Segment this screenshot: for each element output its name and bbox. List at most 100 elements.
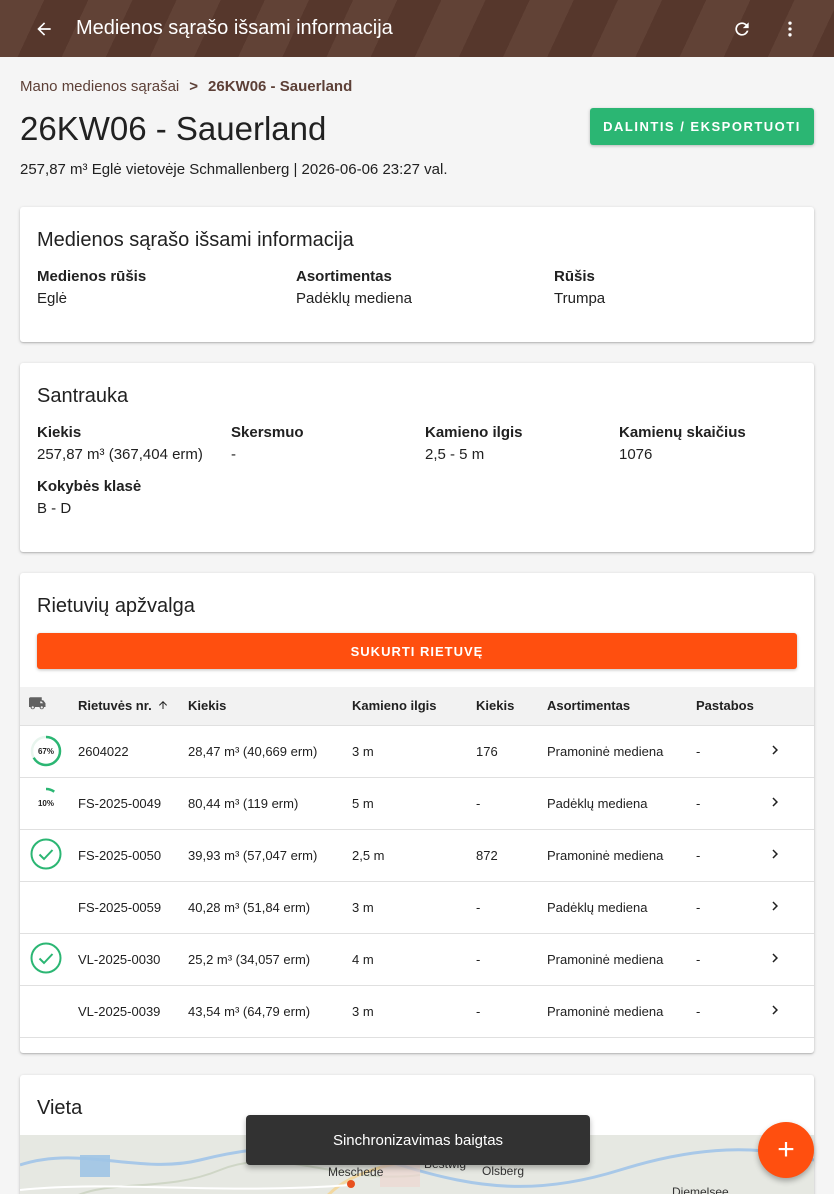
pile-notes: - xyxy=(696,899,701,915)
pile-count: 176 xyxy=(476,743,498,759)
chevron-right-icon[interactable] xyxy=(766,777,814,829)
pile-volume: 28,47 m³ (40,669 erm) xyxy=(188,743,318,759)
refresh-icon[interactable] xyxy=(730,17,754,41)
pile-count: - xyxy=(476,899,481,915)
summary-quantity: Kiekis 257,87 m³ (367,404 erm) xyxy=(37,424,203,463)
pile-length: 5 m xyxy=(352,795,374,811)
truck-icon xyxy=(20,687,78,725)
table-row[interactable]: VL-2025-0039 43,54 m³ (64,79 erm) 3 m - … xyxy=(20,985,814,1037)
chevron-right-icon[interactable] xyxy=(766,985,814,1037)
pile-assortment: Pramoninė mediena xyxy=(547,951,664,967)
check-circle-icon xyxy=(29,838,63,874)
breadcrumb-separator: > xyxy=(189,78,199,95)
pile-length: 3 m xyxy=(352,1003,374,1019)
pile-length: 2,5 m xyxy=(352,847,385,863)
pile-volume: 25,2 m³ (34,057 erm) xyxy=(188,951,311,967)
table-row[interactable]: VL-2025-0030 25,2 m³ (34,057 erm) 4 m - … xyxy=(20,933,814,985)
pile-length: 3 m xyxy=(352,899,374,915)
chevron-right-icon[interactable] xyxy=(766,881,814,933)
summary-diameter: Skersmuo - xyxy=(231,424,304,463)
table-row[interactable]: 10% FS-2025-0049 80,44 m³ (119 erm) 5 m … xyxy=(20,777,814,829)
more-vert-icon[interactable] xyxy=(778,17,802,41)
summary-log-length: Kamieno ilgis 2,5 - 5 m xyxy=(425,424,523,463)
pile-notes: - xyxy=(696,847,701,863)
pile-length: 4 m xyxy=(352,951,374,967)
summary-quality-class: Kokybės klasė B - D xyxy=(37,478,141,517)
detail-kind: Rūšis Trumpa xyxy=(554,268,605,307)
pile-id: VL-2025-0030 xyxy=(78,951,161,967)
pile-assortment: Pramoninė mediena xyxy=(547,743,664,759)
field-value: 257,87 m³ (367,404 erm) xyxy=(37,446,203,463)
arrow-left-icon[interactable] xyxy=(32,17,56,41)
column-header-pile-no[interactable]: Rietuvės nr. xyxy=(78,687,188,725)
detail-wood-type: Medienos rūšis Eglė xyxy=(37,268,146,307)
pile-id: VL-2025-0039 xyxy=(78,1003,161,1019)
app-bar-title: Medienos sąrašo išsami informacija xyxy=(76,17,393,39)
sync-toast: Sinchronizavimas baigtas xyxy=(246,1115,590,1165)
chevron-right-icon[interactable] xyxy=(766,933,814,985)
pile-status-cell xyxy=(20,881,78,933)
column-label: Rietuvės nr. xyxy=(78,698,152,714)
pile-volume: 40,28 m³ (51,84 erm) xyxy=(188,899,311,915)
check-circle-icon xyxy=(29,942,63,978)
field-label: Asortimentas xyxy=(296,268,392,285)
share-export-button[interactable]: DALINTIS / EKSPORTUOTI xyxy=(590,108,814,145)
breadcrumb-parent-link[interactable]: Mano medienos sąrašai xyxy=(20,78,179,95)
field-value: 1076 xyxy=(619,446,653,463)
pile-count: - xyxy=(476,795,481,811)
table-row[interactable]: 67% 2604022 28,47 m³ (40,669 erm) 3 m 17… xyxy=(20,725,814,777)
details-heading: Medienos sąrašo išsami informacija xyxy=(37,229,354,251)
column-header-assortment[interactable]: Asortimentas xyxy=(547,687,696,725)
field-label: Kamieno ilgis xyxy=(425,424,523,441)
pile-volume: 80,44 m³ (119 erm) xyxy=(188,795,299,811)
piles-card: Rietuvių apžvalga SUKURTI RIETUVĘ Rietuv… xyxy=(20,573,814,1053)
breadcrumb-current: 26KW06 - Sauerland xyxy=(208,78,353,95)
column-header-count[interactable]: Kiekis xyxy=(476,687,547,725)
column-header-notes[interactable]: Pastabos xyxy=(696,687,766,725)
progress-label: 10% xyxy=(37,798,54,808)
pile-status-cell: 67% xyxy=(20,725,78,777)
pile-status-cell xyxy=(20,985,78,1037)
field-value: - xyxy=(231,446,236,463)
summary-log-count: Kamienų skaičius 1076 xyxy=(619,424,746,463)
map-label-meschede: Meschede xyxy=(328,1165,384,1179)
chevron-right-icon[interactable] xyxy=(766,829,814,881)
pile-id: FS-2025-0050 xyxy=(78,847,162,863)
plus-icon[interactable]: + xyxy=(758,1122,814,1178)
location-heading: Vieta xyxy=(37,1097,83,1119)
pile-volume: 39,93 m³ (57,047 erm) xyxy=(188,847,318,863)
page-subtitle: 257,87 m³ Eglė vietovėje Schmallenberg |… xyxy=(20,161,448,178)
column-header-volume[interactable]: Kiekis xyxy=(188,687,352,725)
create-pile-button[interactable]: SUKURTI RIETUVĘ xyxy=(37,633,797,669)
app-bar: Medienos sąrašo išsami informacija xyxy=(0,0,834,57)
arrow-up-icon xyxy=(159,701,168,710)
details-card: Medienos sąrašo išsami informacija Medie… xyxy=(20,207,814,342)
pile-status-cell xyxy=(20,933,78,985)
breadcrumb: Mano medienos sąrašai > 26KW06 - Sauerla… xyxy=(20,78,352,95)
progress-ring: 10% xyxy=(29,786,63,820)
column-header-log-length[interactable]: Kamieno ilgis xyxy=(352,687,476,725)
table-row[interactable]: FS-2025-0059 40,28 m³ (51,84 erm) 3 m - … xyxy=(20,881,814,933)
map-label-olsberg: Olsberg xyxy=(482,1164,525,1178)
table-row[interactable]: FS-2025-0050 39,93 m³ (57,047 erm) 2,5 m… xyxy=(20,829,814,881)
table-header-row: Rietuvės nr. Kiekis Kamieno ilgis Kiekis… xyxy=(20,687,814,725)
progress-label: 67% xyxy=(37,746,54,756)
pile-id: FS-2025-0049 xyxy=(78,795,162,811)
pile-notes: - xyxy=(696,951,701,967)
pile-notes: - xyxy=(696,795,701,811)
pile-status-cell: 10% xyxy=(20,777,78,829)
pile-status-cell xyxy=(20,829,78,881)
field-label: Kamienų skaičius xyxy=(619,424,746,441)
pile-length: 3 m xyxy=(352,743,374,759)
field-value: Eglė xyxy=(37,290,68,307)
page-title: 26KW06 - Sauerland xyxy=(20,110,327,147)
pile-count: - xyxy=(476,951,481,967)
field-label: Skersmuo xyxy=(231,424,304,441)
field-label: Kokybės klasė xyxy=(37,478,142,495)
chevron-right-icon[interactable] xyxy=(766,725,814,777)
map-label-diemelsee: Diemelsee xyxy=(672,1185,729,1194)
pile-assortment: Padėklų mediena xyxy=(547,899,648,915)
field-value: Padėklų mediena xyxy=(296,290,412,307)
piles-table: Rietuvės nr. Kiekis Kamieno ilgis Kiekis… xyxy=(20,687,814,1038)
pile-notes: - xyxy=(696,743,701,759)
